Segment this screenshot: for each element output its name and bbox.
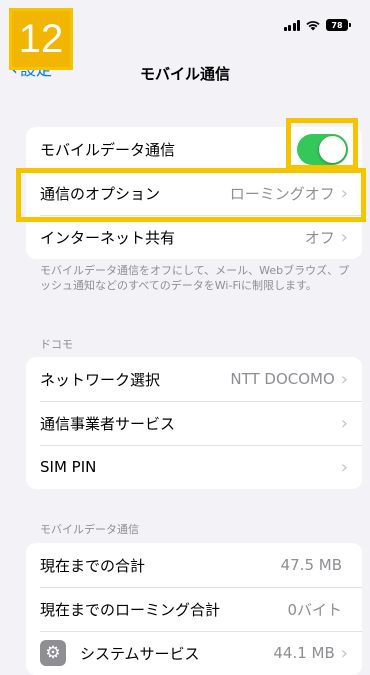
- network-selection-label: ネットワーク選択: [40, 370, 161, 389]
- personal-hotspot-label: インターネット共有: [40, 228, 176, 247]
- carrier-section-header: ドコモ: [40, 338, 73, 351]
- chevron-right-icon: ›: [340, 456, 348, 478]
- carrier-group: ネットワーク選択 NTT DOCOMO › 通信事業者サービス › SIM PI…: [26, 357, 362, 489]
- data-options-label: 通信のオプション: [40, 184, 161, 203]
- system-services-value: 44.1 MB: [273, 644, 335, 662]
- sim-pin-row[interactable]: SIM PIN ›: [26, 445, 362, 489]
- mobile-data-row: モバイルデータ通信: [26, 127, 362, 171]
- mobile-data-footnote: モバイルデータ通信をオフにして、メール、Webブラウズ、プッシュ通知などのすべて…: [40, 264, 350, 292]
- mobile-data-group: モバイルデータ通信 通信のオプション ローミングオフ › インターネット共有 オ…: [26, 127, 362, 259]
- roaming-period-label: 現在までのローミング合計: [40, 600, 221, 619]
- current-period-row: 現在までの合計 47.5 MB: [26, 543, 362, 587]
- gear-icon: ⚙: [40, 640, 66, 666]
- current-period-label: 現在までの合計: [40, 556, 146, 575]
- wifi-icon: [306, 21, 320, 31]
- network-selection-row[interactable]: ネットワーク選択 NTT DOCOMO ›: [26, 357, 362, 401]
- chevron-right-icon: ›: [340, 182, 348, 204]
- cellular-signal-icon: [283, 19, 300, 31]
- system-services-row[interactable]: ⚙ システムサービス 44.1 MB ›: [26, 631, 362, 675]
- mobile-data-toggle[interactable]: [297, 133, 348, 165]
- data-options-row[interactable]: 通信のオプション ローミングオフ ›: [26, 171, 362, 215]
- chevron-right-icon: ›: [340, 412, 348, 434]
- roaming-period-value: 0バイト: [287, 600, 342, 619]
- step-badge: 12: [9, 8, 73, 70]
- sim-pin-label: SIM PIN: [40, 458, 97, 476]
- carrier-services-row[interactable]: 通信事業者サービス ›: [26, 401, 362, 445]
- mobile-data-label: モバイルデータ通信: [40, 140, 176, 159]
- personal-hotspot-value: オフ: [304, 228, 335, 247]
- personal-hotspot-row[interactable]: インターネット共有 オフ ›: [26, 215, 362, 259]
- network-selection-value: NTT DOCOMO: [230, 370, 335, 388]
- toggle-knob: [319, 135, 346, 163]
- system-services-label: システムサービス: [80, 644, 200, 663]
- data-options-value: ローミングオフ: [229, 184, 335, 203]
- status-icons: 78: [283, 19, 351, 31]
- battery-icon: 78: [326, 19, 351, 31]
- chevron-right-icon: ›: [340, 368, 348, 390]
- roaming-period-row: 現在までのローミング合計 0バイト: [26, 587, 362, 631]
- chevron-right-icon: ›: [340, 642, 348, 664]
- usage-group: 現在までの合計 47.5 MB 現在までのローミング合計 0バイト ⚙ システム…: [26, 543, 362, 675]
- chevron-right-icon: ›: [340, 226, 348, 248]
- usage-section-header: モバイルデータ通信: [40, 523, 139, 536]
- carrier-services-label: 通信事業者サービス: [40, 414, 176, 433]
- current-period-value: 47.5 MB: [280, 556, 342, 574]
